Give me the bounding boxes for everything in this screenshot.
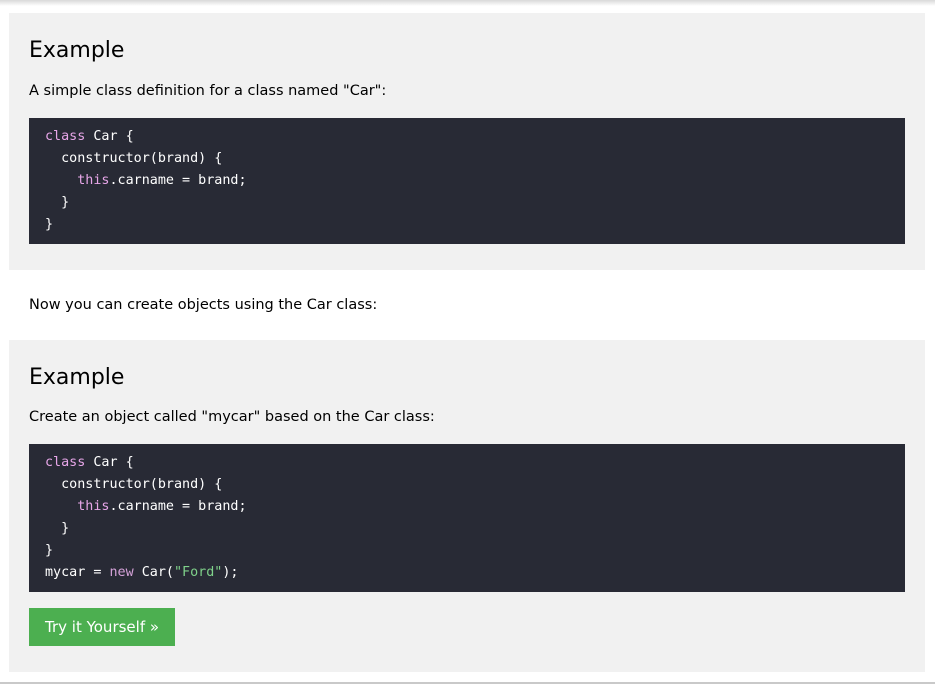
code-line: mycar = new Car("Ford"); xyxy=(45,562,889,584)
code-keyword: this xyxy=(77,499,110,514)
code-text: Car { xyxy=(85,129,134,144)
code-text: ); xyxy=(222,565,239,580)
example-heading: Example xyxy=(29,365,125,390)
code-string: "Ford" xyxy=(174,565,223,580)
code-line: constructor(brand) { xyxy=(45,477,223,492)
try-it-yourself-button[interactable]: Try it Yourself » xyxy=(29,608,176,646)
code-text: Car { xyxy=(85,455,134,470)
body-text: Now you can create objects using the Car… xyxy=(29,297,378,313)
example-panel-create-object: Example Create an object called "mycar" … xyxy=(9,340,925,672)
code-line: } xyxy=(45,521,70,536)
code-line: class Car { xyxy=(45,452,889,474)
code-keyword: this xyxy=(77,173,110,188)
code-text: Car( xyxy=(133,565,174,580)
top-shadow xyxy=(0,0,935,6)
code-text: .carname = brand; xyxy=(109,173,247,188)
code-text: .carname = brand; xyxy=(109,499,247,514)
code-text: mycar = xyxy=(45,565,110,580)
code-line: } xyxy=(45,543,54,558)
example-description: A simple class definition for a class na… xyxy=(29,83,387,99)
code-keyword: new xyxy=(109,565,134,580)
code-keyword: class xyxy=(45,129,86,144)
code-line: } xyxy=(45,217,54,232)
code-block: class Car { constructor(brand) { this.ca… xyxy=(29,118,905,244)
code-line: class Car { xyxy=(45,126,889,148)
code-line: this.carname = brand; xyxy=(45,170,889,192)
example-description: Create an object called "mycar" based on… xyxy=(29,409,435,425)
example-panel-class-definition: Example A simple class definition for a … xyxy=(9,13,925,270)
code-line: } xyxy=(45,195,70,210)
code-line: this.carname = brand; xyxy=(45,496,889,518)
code-keyword: class xyxy=(45,455,86,470)
code-block: class Car { constructor(brand) { this.ca… xyxy=(29,444,905,592)
example-heading: Example xyxy=(29,38,125,63)
code-line: constructor(brand) { xyxy=(45,151,223,166)
